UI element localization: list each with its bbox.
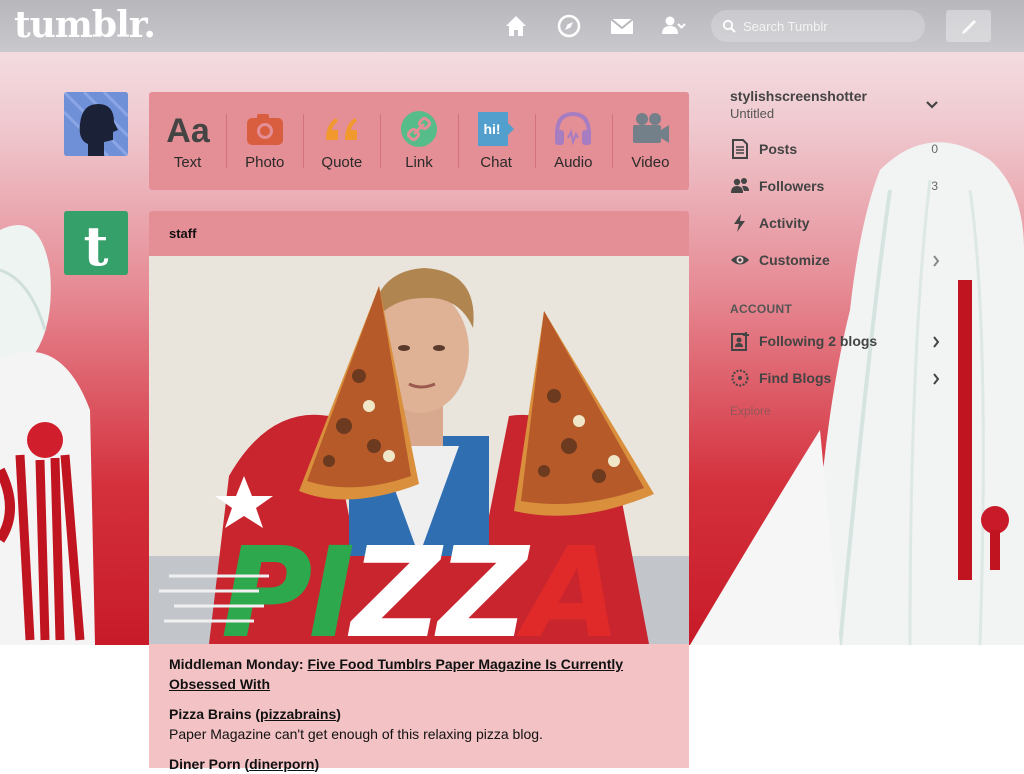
post-body: Middleman Monday: Five Food Tumblrs Pape… bbox=[149, 644, 689, 772]
post-photo[interactable]: PIZZA bbox=[149, 256, 689, 644]
pizza-title-text: PIZZA bbox=[221, 521, 617, 644]
silhouette-avatar-image bbox=[64, 92, 128, 156]
blog-subtitle: Untitled bbox=[730, 106, 775, 121]
search-icon bbox=[722, 19, 736, 33]
inbox-envelope-icon[interactable] bbox=[608, 12, 636, 40]
post-header: staff bbox=[149, 211, 689, 256]
post-blog-description: Paper Magazine can't get enough of this … bbox=[169, 726, 543, 742]
post-paragraph-3: Diner Porn (dinerporn) bbox=[169, 754, 669, 774]
sidebar-item-find-blogs[interactable]: Find Blogs bbox=[730, 366, 942, 390]
post-type-label: Video bbox=[631, 154, 670, 171]
followers-people-icon bbox=[731, 178, 749, 193]
blog-name: stylishscreenshotter bbox=[730, 88, 867, 104]
chevron-down-icon bbox=[926, 101, 938, 109]
post-type-label: Photo bbox=[245, 154, 285, 171]
account-section-heading: ACCOUNT bbox=[730, 302, 793, 316]
post-paragraph-1: Middleman Monday: Five Food Tumblrs Pape… bbox=[169, 654, 669, 694]
svg-text:hi!: hi! bbox=[484, 121, 501, 137]
sidebar-item-label: Following 2 blogs bbox=[759, 333, 878, 349]
tumblr-t-logo-icon: t bbox=[64, 211, 128, 275]
top-navigation-bar: tumblr. bbox=[0, 0, 1024, 52]
dinerporn-link[interactable]: dinerporn bbox=[249, 756, 314, 772]
post-type-label: Chat bbox=[480, 154, 512, 171]
sidebar-item-label: Followers bbox=[759, 178, 825, 194]
post-type-link-button[interactable]: Link bbox=[380, 92, 457, 190]
post-paragraph-2: Pizza Brains (pizzabrains) Paper Magazin… bbox=[169, 704, 669, 744]
explore-link[interactable]: Explore bbox=[730, 404, 771, 418]
text-aa-icon: Aa bbox=[166, 112, 210, 148]
post-blog-title: Diner Porn ( bbox=[169, 756, 250, 772]
post-type-label: Link bbox=[405, 154, 433, 171]
headphones-icon bbox=[555, 111, 592, 146]
staff-avatar[interactable]: t bbox=[64, 211, 128, 275]
chevron-right-icon bbox=[933, 373, 940, 385]
posts-document-icon bbox=[732, 139, 748, 159]
svg-text:t: t bbox=[84, 214, 109, 275]
pencil-icon bbox=[962, 20, 976, 34]
post-type-composer: Aa Text Photo Quote Link hi! Chat Audio … bbox=[149, 92, 689, 190]
post-type-text-button[interactable]: Aa Text bbox=[149, 92, 226, 190]
link-chain-icon bbox=[400, 111, 437, 147]
svg-text:Aa: Aa bbox=[166, 112, 210, 148]
compose-post-button[interactable] bbox=[946, 10, 991, 42]
pizzabrains-link[interactable]: pizzabrains bbox=[260, 706, 336, 722]
post-type-label: Text bbox=[173, 154, 202, 171]
sidebar-item-followers[interactable]: Followers 3 bbox=[730, 174, 942, 198]
account-menu-icon[interactable] bbox=[660, 12, 688, 40]
sidebar-item-activity[interactable]: Activity bbox=[730, 211, 942, 235]
posts-count: 0 bbox=[931, 142, 938, 156]
lightning-bolt-icon bbox=[734, 214, 745, 232]
sidebar-item-label: Posts bbox=[759, 141, 798, 157]
search-input[interactable] bbox=[711, 10, 925, 42]
user-avatar[interactable] bbox=[64, 92, 128, 156]
post-type-photo-button[interactable]: Photo bbox=[226, 92, 303, 190]
explore-compass-icon[interactable] bbox=[555, 12, 583, 40]
chevron-right-icon bbox=[933, 255, 940, 267]
chat-bubble-icon: hi! bbox=[478, 112, 515, 146]
post-type-quote-button[interactable]: Quote bbox=[303, 92, 380, 190]
post-type-label: Audio bbox=[554, 154, 593, 171]
followers-count: 3 bbox=[931, 179, 938, 193]
post-type-chat-button[interactable]: hi! Chat bbox=[457, 92, 535, 190]
sidebar-item-label: Find Blogs bbox=[759, 370, 832, 386]
sidebar-item-label: Customize bbox=[759, 252, 830, 268]
camera-icon bbox=[246, 114, 283, 145]
sidebar-item-label: Activity bbox=[759, 215, 810, 231]
following-add-user-icon bbox=[731, 332, 749, 351]
find-blogs-compass-icon bbox=[731, 369, 749, 387]
video-camera-icon bbox=[633, 113, 670, 143]
post-title-prefix: Middleman Monday: bbox=[169, 656, 308, 672]
blog-selector[interactable]: stylishscreenshotter Untitled bbox=[730, 86, 942, 122]
sidebar-item-customize[interactable]: Customize bbox=[730, 248, 942, 272]
sidebar-item-following[interactable]: Following 2 blogs bbox=[730, 329, 942, 353]
post-author-link[interactable]: staff bbox=[169, 226, 196, 241]
post-type-video-button[interactable]: Video bbox=[611, 92, 689, 190]
chevron-right-icon bbox=[933, 336, 940, 348]
post-type-audio-button[interactable]: Audio bbox=[534, 92, 612, 190]
post-blog-title: Pizza Brains ( bbox=[169, 706, 261, 722]
sidebar-item-posts[interactable]: Posts 0 bbox=[730, 137, 942, 161]
post-paren: ) bbox=[314, 756, 320, 772]
tumblr-logo[interactable]: tumblr. bbox=[14, 4, 156, 46]
pizza-photo-illustration: PIZZA bbox=[149, 256, 689, 644]
quote-marks-icon bbox=[325, 118, 357, 140]
eye-icon bbox=[731, 255, 749, 265]
background-artwork-left bbox=[0, 225, 95, 645]
post-paren: ) bbox=[336, 706, 341, 722]
post-type-label: Quote bbox=[321, 154, 363, 171]
home-icon[interactable] bbox=[502, 12, 530, 40]
